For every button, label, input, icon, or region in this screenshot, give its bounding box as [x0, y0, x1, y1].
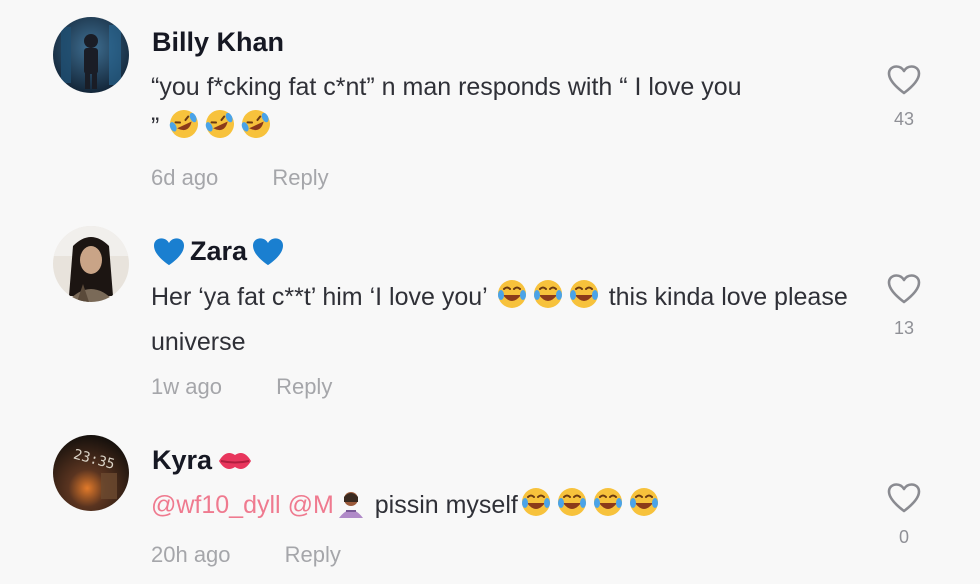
comment-meta: 6d ago Reply	[151, 165, 329, 191]
author-name: Zara	[190, 236, 248, 266]
rofl-emoji	[240, 108, 272, 152]
like-button[interactable]: 0	[878, 482, 930, 548]
tears-of-joy-emoji	[592, 486, 624, 530]
comment-meta: 20h ago Reply	[151, 542, 341, 568]
comment-text-part: “you f*cking fat c*nt” n man responds wi…	[151, 73, 742, 101]
tears-of-joy-emoji	[496, 278, 528, 322]
reply-button[interactable]: Reply	[272, 165, 328, 190]
avatar[interactable]	[53, 17, 129, 93]
author-name: Kyra	[152, 445, 213, 475]
tears-of-joy-emoji	[568, 278, 600, 322]
comment-text: “you f*cking fat c*nt” n man responds wi…	[151, 67, 856, 152]
heart-outline-icon	[887, 274, 921, 304]
comment-time: 1w ago	[151, 374, 222, 399]
tears-of-joy-emoji	[532, 278, 564, 322]
comment-text-part: Her ‘ya fat c**t’ him ‘I love you’	[151, 283, 487, 311]
tears-of-joy-emoji	[520, 486, 552, 530]
comment-author[interactable]: Kyra	[152, 445, 254, 476]
avatar[interactable]	[53, 226, 129, 302]
rofl-emoji	[168, 108, 200, 152]
author-name: Billy Khan	[152, 27, 285, 57]
blue-heart-icon	[154, 237, 184, 265]
comment-time: 20h ago	[151, 542, 231, 567]
rofl-emoji	[204, 108, 236, 152]
like-count: 43	[893, 109, 915, 129]
avatar[interactable]: 23:35	[53, 435, 129, 511]
like-count: 0	[898, 527, 909, 547]
comment-list: Billy Khan “you f*cking fat c*nt” n man …	[0, 0, 980, 584]
comment-author[interactable]: Zara	[152, 236, 285, 267]
mention-link[interactable]: @wf10_dyll	[151, 491, 281, 519]
comment-text: Her ‘ya fat c**t’ him ‘I love you’ this …	[151, 277, 856, 362]
comment-meta: 1w ago Reply	[151, 374, 332, 400]
kiss-mark-icon	[219, 452, 252, 469]
like-button[interactable]: 13	[878, 273, 930, 339]
comment-text-part: pissin myself	[374, 491, 518, 519]
woman-emoji	[336, 488, 366, 530]
comment-text-part: ”	[151, 113, 160, 141]
heart-outline-icon	[887, 65, 921, 95]
mention-link[interactable]: @M	[288, 491, 334, 519]
heart-outline-icon	[887, 483, 921, 513]
comment-text: @wf10_dyll @M pissin myself	[151, 485, 856, 530]
blue-heart-icon	[253, 237, 284, 265]
comment-time: 6d ago	[151, 165, 219, 190]
tears-of-joy-emoji	[556, 486, 588, 530]
reply-button[interactable]: Reply	[276, 374, 332, 399]
tears-of-joy-emoji	[628, 486, 660, 530]
comment-author[interactable]: Billy Khan	[152, 27, 284, 58]
reply-button[interactable]: Reply	[285, 542, 341, 567]
like-button[interactable]: 43	[878, 64, 930, 130]
like-count: 13	[893, 318, 915, 338]
